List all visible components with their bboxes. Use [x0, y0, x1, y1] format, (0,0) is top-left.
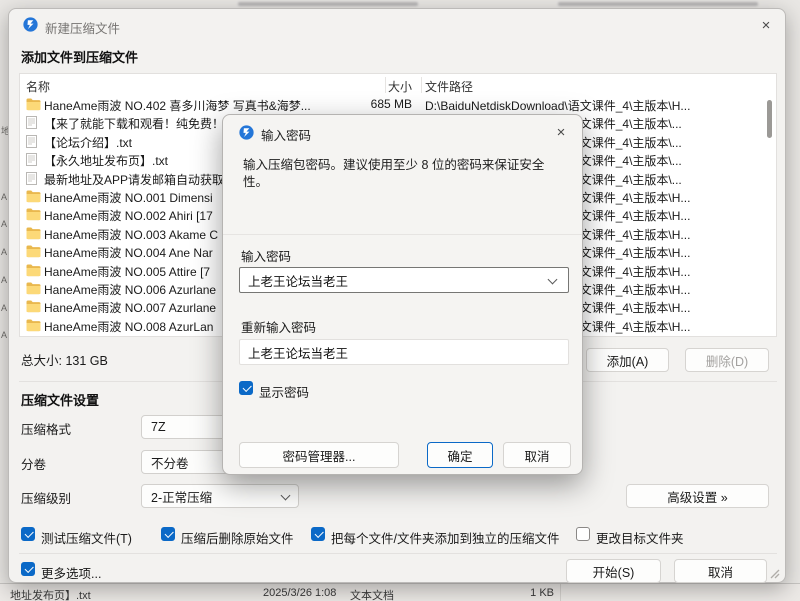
confirm-password-input[interactable]: [239, 339, 569, 365]
folder-icon: [26, 282, 41, 296]
format-value: 7Z: [151, 420, 166, 434]
file-icon: [26, 153, 41, 167]
option-checkbox[interactable]: [311, 527, 325, 541]
password-input[interactable]: [239, 267, 569, 293]
volume-value: 不分卷: [151, 453, 189, 472]
column-size[interactable]: 大小: [320, 78, 412, 95]
total-size-label: 总大小: 131 GB: [21, 350, 108, 369]
show-password-checkbox[interactable]: [239, 381, 253, 395]
chevron-down-icon: [281, 491, 291, 501]
password-manager-button[interactable]: 密码管理器...: [239, 442, 399, 468]
option-checkbox[interactable]: [21, 527, 35, 541]
folder-icon: [26, 264, 41, 278]
column-divider: [421, 77, 422, 93]
folder-icon: [26, 227, 41, 241]
app-icon: [239, 125, 254, 140]
app-icon: [23, 17, 38, 32]
more-options-label: 更多选项...: [41, 563, 101, 582]
option-label: 把每个文件/文件夹添加到独立的压缩文件: [331, 528, 559, 547]
format-label: 压缩格式: [21, 419, 71, 438]
window-cancel-button[interactable]: 取消: [674, 559, 767, 583]
bg-text-fragment: A: [1, 219, 7, 229]
bg-column-divider: [560, 584, 561, 601]
folder-icon: [26, 300, 41, 314]
folder-icon: [26, 190, 41, 204]
add-button[interactable]: 添加(A): [586, 348, 669, 372]
bg-file-name: 地址发布页】.txt: [10, 587, 91, 601]
folder-icon: [26, 98, 41, 112]
dialog-close-icon[interactable]: ×: [550, 122, 572, 142]
level-select[interactable]: 2-正常压缩: [141, 484, 299, 508]
advanced-settings-button[interactable]: 高级设置 »: [626, 484, 769, 508]
folder-icon: [26, 245, 41, 259]
background-window-fragment: [238, 2, 418, 6]
option-checkbox[interactable]: [576, 527, 590, 541]
file-path: D:\BaiduNetdiskDownload\语文课件_4\主版本\H...: [425, 97, 770, 114]
file-icon: [26, 116, 41, 130]
password-label: 输入密码: [241, 246, 291, 265]
delete-button[interactable]: 删除(D): [685, 348, 769, 372]
settings-header: 压缩文件设置: [21, 390, 99, 409]
table-row[interactable]: HaneAme雨波 NO.402 喜多川海梦 写真书&海梦...685 MBD:…: [20, 96, 776, 114]
column-path[interactable]: 文件路径: [425, 78, 473, 95]
bg-file-date: 2025/3/26 1:08: [263, 587, 336, 599]
screen: 地AAAAAA 地址发布页】.txt 2025/3/26 1:08 文本文档 1…: [0, 0, 800, 601]
column-name[interactable]: 名称: [26, 78, 50, 95]
option-label: 更改目标文件夹: [596, 528, 684, 547]
close-icon[interactable]: ×: [755, 15, 777, 35]
start-button[interactable]: 开始(S): [566, 559, 661, 583]
page-title: 添加文件到压缩文件: [21, 47, 138, 66]
dialog-title: 输入密码: [261, 125, 311, 144]
option-checkbox[interactable]: [161, 527, 175, 541]
background-file-row: 地址发布页】.txt 2025/3/26 1:08 文本文档 1 KB: [0, 583, 800, 601]
bg-text-fragment: A: [1, 275, 7, 285]
dialog-message: 输入压缩包密码。建议使用至少 8 位的密码来保证安全性。: [243, 157, 565, 191]
level-value: 2-正常压缩: [151, 487, 212, 506]
file-icon: [26, 135, 41, 149]
dialog-cancel-button[interactable]: 取消: [503, 442, 571, 468]
show-password-label: 显示密码: [259, 382, 309, 401]
bg-text-fragment: A: [1, 247, 7, 257]
folder-icon: [26, 319, 41, 333]
window-title: 新建压缩文件: [45, 18, 120, 37]
option-label: 压缩后删除原始文件: [181, 528, 294, 547]
column-divider: [385, 77, 386, 93]
divider: [19, 553, 777, 554]
bg-file-size: 1 KB: [488, 587, 554, 599]
scrollbar[interactable]: [767, 100, 772, 138]
background-window-fragment: [558, 2, 758, 6]
volume-label: 分卷: [21, 454, 46, 473]
more-options-checkbox[interactable]: [21, 562, 35, 576]
password-dialog: 输入密码 × 输入压缩包密码。建议使用至少 8 位的密码来保证安全性。 输入密码…: [222, 114, 583, 475]
file-icon: [26, 172, 41, 186]
option-label: 测试压缩文件(T): [41, 528, 132, 547]
bg-text-fragment: A: [1, 330, 7, 340]
bg-file-type: 文本文档: [350, 587, 394, 601]
file-size: 685 MB: [310, 97, 412, 111]
ok-button[interactable]: 确定: [427, 442, 493, 468]
bg-text-fragment: A: [1, 192, 7, 202]
confirm-password-label: 重新输入密码: [241, 317, 316, 336]
folder-icon: [26, 208, 41, 222]
level-label: 压缩级别: [21, 488, 71, 507]
resize-grip-icon[interactable]: [768, 566, 780, 578]
bg-text-fragment: A: [1, 303, 7, 313]
file-list-header: 名称 大小 文件路径: [20, 74, 776, 96]
divider: [223, 234, 582, 235]
